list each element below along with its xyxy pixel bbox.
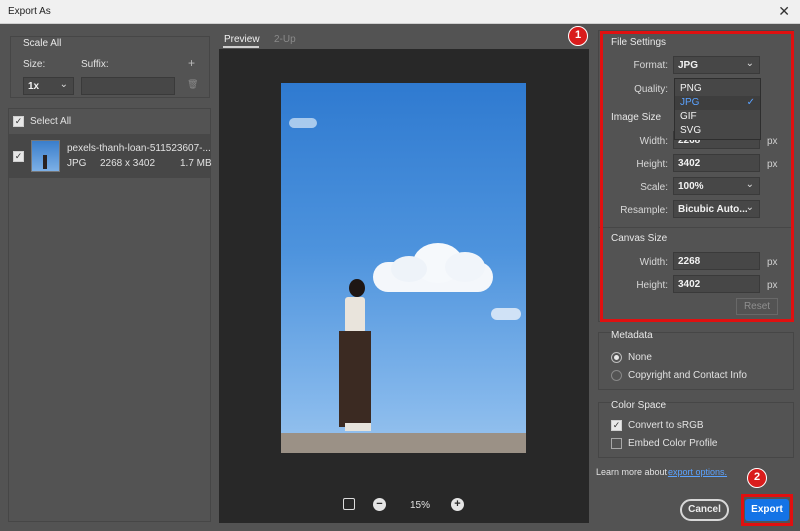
color-space-header: Color Space [611,400,667,411]
convert-srgb-checkbox[interactable]: ✓ [611,420,622,431]
zoom-out-icon[interactable]: − [373,498,386,511]
export-button[interactable]: Export [745,499,789,521]
select-all-checkbox[interactable]: ✓ [13,116,24,127]
size-select[interactable]: 1x ⌄ [23,77,74,95]
fit-to-screen-icon[interactable] [343,498,355,510]
file-thumbnail [31,140,60,172]
cloud-puff [445,252,485,282]
file-row[interactable]: ✓ pexels-thanh-loan-511523607-... JPG 22… [9,134,212,178]
tab-2-up[interactable]: 2-Up [274,34,296,45]
convert-srgb-label: Convert to sRGB [628,420,704,431]
add-scale-icon[interactable]: + [188,56,195,70]
metadata-header: Metadata [611,330,653,341]
ground [281,433,526,453]
close-icon[interactable]: ✕ [778,3,790,20]
trash-icon[interactable]: 🗑 [187,79,198,90]
tab-preview[interactable]: Preview [224,34,260,45]
annotation-box-1 [600,31,794,322]
file-dimensions: 2268 x 3402 [100,158,156,169]
metadata-none-label: None [628,352,652,363]
color-space-panel: Color Space ✓ Convert to sRGB Embed Colo… [598,400,794,458]
metadata-panel: Metadata None Copyright and Contact Info [598,330,794,390]
person-shoes [345,423,371,431]
learn-more-text: Learn more about [596,467,668,477]
tab-preview-underline [223,46,259,48]
file-list-panel: ✓ Select All ✓ pexels-thanh-loan-5115236… [8,108,212,522]
zoom-level: 15% [410,500,431,511]
size-label: Size: [23,59,46,70]
small-cloud [491,308,521,320]
select-all-label: Select All [30,116,72,127]
file-row-checkbox[interactable]: ✓ [13,151,24,162]
cancel-button[interactable]: Cancel [680,499,729,521]
scale-all-header: Scale All [23,38,62,49]
size-select-value: 1x [28,81,40,92]
cloud-puff [391,256,427,282]
annotation-badge-1: 1 [568,26,588,46]
preview-image [281,83,526,453]
cloud-shape [373,238,498,298]
metadata-copyright-label: Copyright and Contact Info [628,370,747,381]
file-name: pexels-thanh-loan-511523607-... [67,143,211,154]
metadata-none-radio[interactable] [611,352,622,363]
metadata-copyright-radio[interactable] [611,370,622,381]
small-cloud [289,118,317,128]
chevron-down-icon: ⌄ [59,79,68,90]
embed-profile-checkbox[interactable] [611,438,622,449]
file-size: 1.7 MB [180,158,212,169]
suffix-input[interactable] [81,77,175,95]
zoom-in-icon[interactable]: + [451,498,464,511]
file-format: JPG [67,158,87,169]
export-options-link[interactable]: export options. [668,467,727,477]
annotation-badge-2: 2 [747,468,767,488]
person-head [349,279,365,297]
preview-canvas: − 15% + [219,49,589,523]
title-bar: Export As ✕ [0,0,800,24]
suffix-label: Suffix: [81,59,109,70]
embed-profile-label: Embed Color Profile [628,438,718,449]
window-title: Export As [8,6,51,17]
person-skirt [339,331,371,427]
person-shirt [345,297,365,333]
thumbnail-figure [43,155,47,169]
scale-all-panel: Scale All Size: Suffix: + 1x ⌄ 🗑 [10,36,210,98]
